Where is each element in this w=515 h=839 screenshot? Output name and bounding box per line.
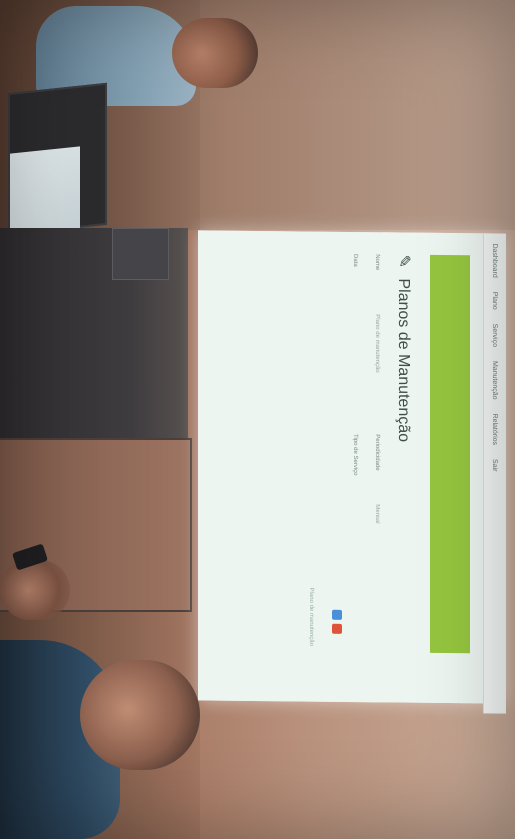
projected-app: Dashboard Plano Serviço Manutenção Relat…	[198, 230, 506, 714]
projected-screen: Dashboard Plano Serviço Manutenção Relat…	[198, 230, 506, 714]
field-value: Mensal	[374, 504, 380, 524]
delete-button	[332, 623, 342, 634]
nav-item: Manutenção	[491, 360, 499, 400]
page-title-text: Planos de Manutenção	[395, 278, 412, 443]
person-hands	[0, 560, 70, 620]
footer-note: Plano de manutenção	[308, 587, 314, 646]
edit-button	[332, 609, 342, 620]
nav-item: Relatórios	[491, 413, 499, 446]
person-top-head	[172, 18, 258, 88]
nav-item: Sair	[491, 459, 499, 472]
form-fields: Nome Plano de manutenção Periodicidade M…	[320, 254, 380, 675]
person-bottom-head	[80, 660, 200, 770]
wrench-icon: ✎	[395, 254, 412, 269]
laptop-screen	[10, 146, 80, 236]
page-title: ✎ Planos de Manutenção	[394, 254, 414, 442]
field-value: Plano de manutenção	[374, 314, 380, 373]
nav-item: Dashboard	[491, 243, 499, 278]
monitor	[112, 228, 169, 280]
header-banner	[430, 254, 470, 654]
nav-item: Plano	[491, 291, 499, 310]
field-label: Data	[352, 254, 358, 267]
field-label: Tipo de Serviço	[352, 434, 358, 476]
photo-scene: Dashboard Plano Serviço Manutenção Relat…	[0, 0, 515, 839]
field-label: Nome	[374, 254, 380, 271]
field-label: Periodicidade	[374, 434, 380, 471]
app-top-nav: Dashboard Plano Serviço Manutenção Relat…	[483, 233, 506, 714]
nav-item: Serviço	[491, 323, 499, 348]
